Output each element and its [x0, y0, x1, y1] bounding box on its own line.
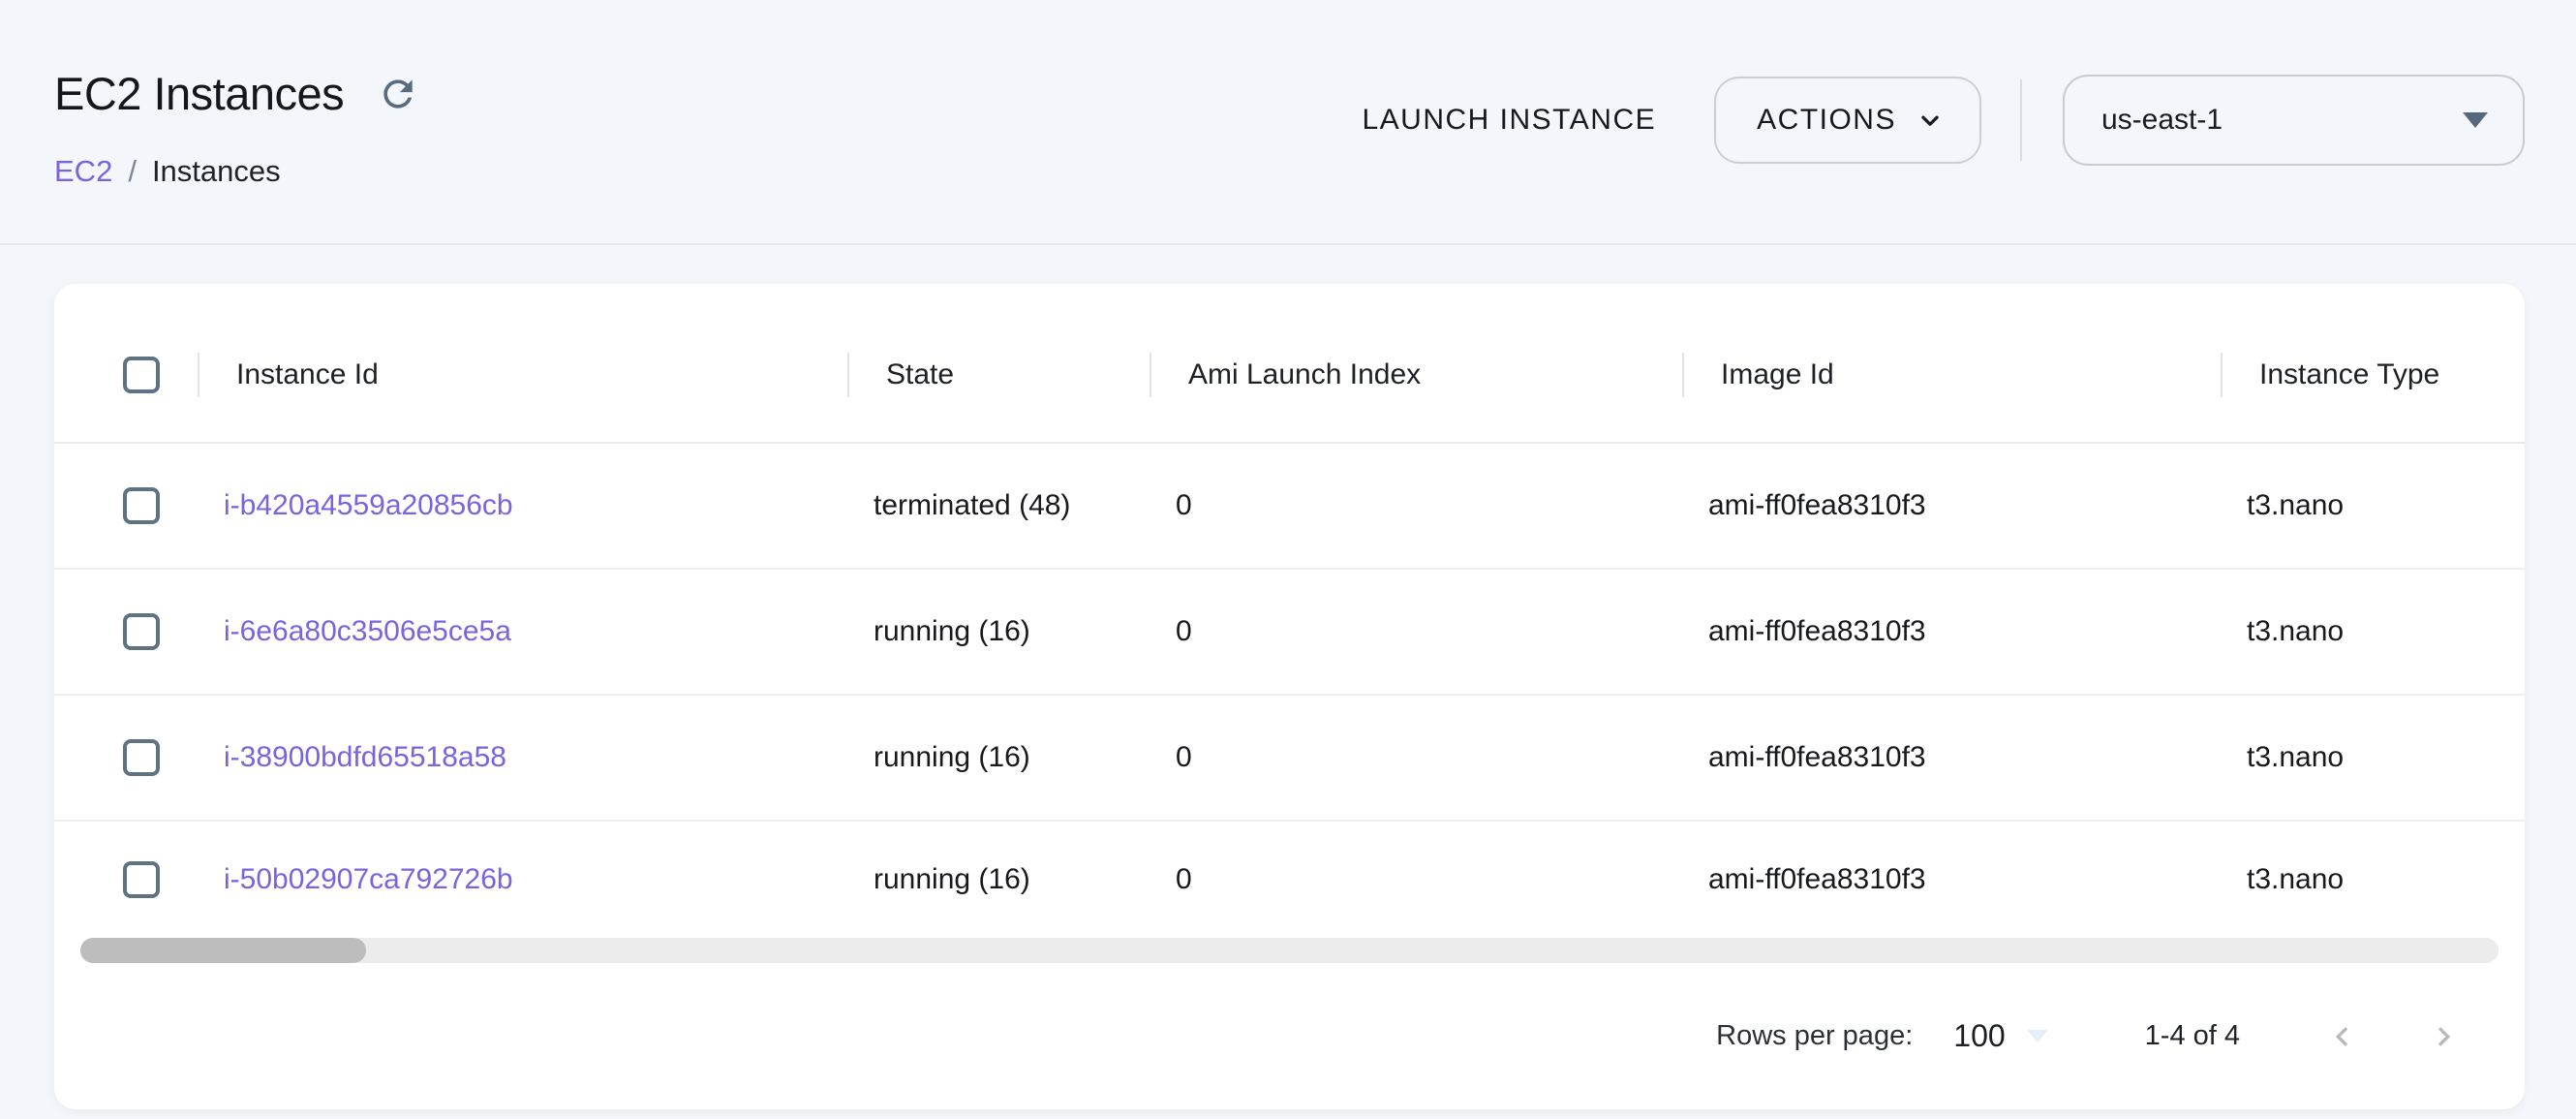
select-all-checkbox-cell — [70, 357, 213, 393]
cell-instance-id: i-b420a4559a20856cb — [198, 489, 847, 522]
cell-instance-id: i-50b02907ca792726b — [198, 863, 847, 896]
breadcrumb-link-ec2[interactable]: EC2 — [54, 154, 112, 189]
actions-button-label: ACTIONS — [1757, 104, 1896, 137]
cell-ami-launch-index: 0 — [1150, 863, 1682, 896]
row-checkbox[interactable] — [123, 861, 160, 898]
header-divider — [2020, 79, 2022, 161]
select-all-checkbox[interactable] — [123, 357, 160, 393]
cell-state: running (16) — [847, 863, 1150, 896]
cell-instance-type: t3.nano — [2221, 863, 2525, 896]
table-row: i-6e6a80c3506e5ce5a running (16) 0 ami-f… — [54, 570, 2525, 696]
launch-instance-button[interactable]: LAUNCH INSTANCE — [1360, 94, 1658, 146]
header-actions: LAUNCH INSTANCE ACTIONS us-east-1 — [1360, 75, 2525, 166]
page-header: EC2 Instances EC2 / Instances LAUNCH INS… — [0, 0, 2576, 245]
cell-state: running (16) — [847, 615, 1150, 648]
region-select-value: us-east-1 — [2101, 104, 2223, 137]
row-checkbox-cell — [70, 739, 213, 776]
dropdown-arrow-icon — [2463, 112, 2488, 128]
scrollbar-track[interactable] — [80, 938, 2499, 963]
cell-image-id: ami-ff0fea8310f3 — [1682, 741, 2221, 774]
cell-image-id: ami-ff0fea8310f3 — [1682, 489, 2221, 522]
instances-table-card: Instance IdStateAmi Launch IndexImage Id… — [54, 284, 2525, 1109]
cell-instance-id: i-6e6a80c3506e5ce5a — [198, 615, 847, 648]
cell-ami-launch-index: 0 — [1150, 741, 1682, 774]
cell-instance-type: t3.nano — [2221, 489, 2525, 522]
horizontal-scrollbar — [54, 938, 2525, 963]
table-header-row: Instance IdStateAmi Launch IndexImage Id… — [54, 284, 2525, 444]
cell-ami-launch-index: 0 — [1150, 615, 1682, 648]
cell-state: running (16) — [847, 741, 1150, 774]
actions-button[interactable]: ACTIONS — [1714, 77, 1981, 164]
column-header-ami-launch-index[interactable]: Ami Launch Index — [1150, 358, 1682, 391]
cell-image-id: ami-ff0fea8310f3 — [1682, 615, 2221, 648]
table-row: i-38900bdfd65518a58 running (16) 0 ami-f… — [54, 696, 2525, 822]
pagination-bar: Rows per page: 100 1-4 of 4 — [54, 963, 2525, 1109]
previous-page-button[interactable] — [2323, 1017, 2362, 1056]
chevron-left-icon — [2324, 1018, 2361, 1055]
row-checkbox[interactable] — [123, 487, 160, 524]
row-checkbox-cell — [70, 861, 213, 898]
page-title: EC2 Instances — [54, 70, 344, 117]
row-checkbox-cell — [70, 487, 213, 524]
table-row: i-50b02907ca792726b running (16) 0 ami-f… — [54, 822, 2525, 938]
column-header-state[interactable]: State — [847, 358, 1150, 391]
refresh-icon — [377, 73, 419, 115]
cell-instance-type: t3.nano — [2221, 741, 2525, 774]
column-header-instance-type[interactable]: Instance Type — [2221, 358, 2525, 391]
next-page-button[interactable] — [2424, 1017, 2463, 1056]
refresh-button[interactable] — [377, 73, 419, 115]
instance-id-link[interactable]: i-50b02907ca792726b — [224, 863, 513, 895]
table-body: i-b420a4559a20856cb terminated (48) 0 am… — [54, 444, 2525, 938]
cell-instance-id: i-38900bdfd65518a58 — [198, 741, 847, 774]
instance-id-link[interactable]: i-6e6a80c3506e5ce5a — [224, 615, 511, 647]
rows-per-page-value: 100 — [1953, 1018, 2005, 1054]
row-checkbox-cell — [70, 613, 213, 650]
chevron-down-icon — [1914, 104, 1947, 137]
rows-per-page-label: Rows per page: — [1716, 1020, 1913, 1052]
cell-state: terminated (48) — [847, 489, 1150, 522]
cell-ami-launch-index: 0 — [1150, 489, 1682, 522]
region-select[interactable]: us-east-1 — [2063, 75, 2525, 166]
cell-instance-type: t3.nano — [2221, 615, 2525, 648]
row-checkbox[interactable] — [123, 739, 160, 776]
rows-per-page-select[interactable]: 100 — [1953, 1018, 2047, 1054]
cell-image-id: ami-ff0fea8310f3 — [1682, 863, 2221, 896]
scrollbar-thumb[interactable] — [80, 938, 366, 963]
column-header-instance-id[interactable]: Instance Id — [198, 358, 847, 391]
breadcrumb-current: Instances — [152, 154, 281, 189]
instance-id-link[interactable]: i-b420a4559a20856cb — [224, 489, 513, 521]
chevron-right-icon — [2425, 1018, 2462, 1055]
table-row: i-b420a4559a20856cb terminated (48) 0 am… — [54, 444, 2525, 570]
column-header-image-id[interactable]: Image Id — [1682, 358, 2221, 391]
instance-id-link[interactable]: i-38900bdfd65518a58 — [224, 741, 506, 773]
row-checkbox[interactable] — [123, 613, 160, 650]
pagination-range: 1-4 of 4 — [2145, 1020, 2240, 1052]
rows-per-page-arrow-icon — [2027, 1030, 2048, 1042]
breadcrumb-separator: / — [128, 154, 137, 189]
